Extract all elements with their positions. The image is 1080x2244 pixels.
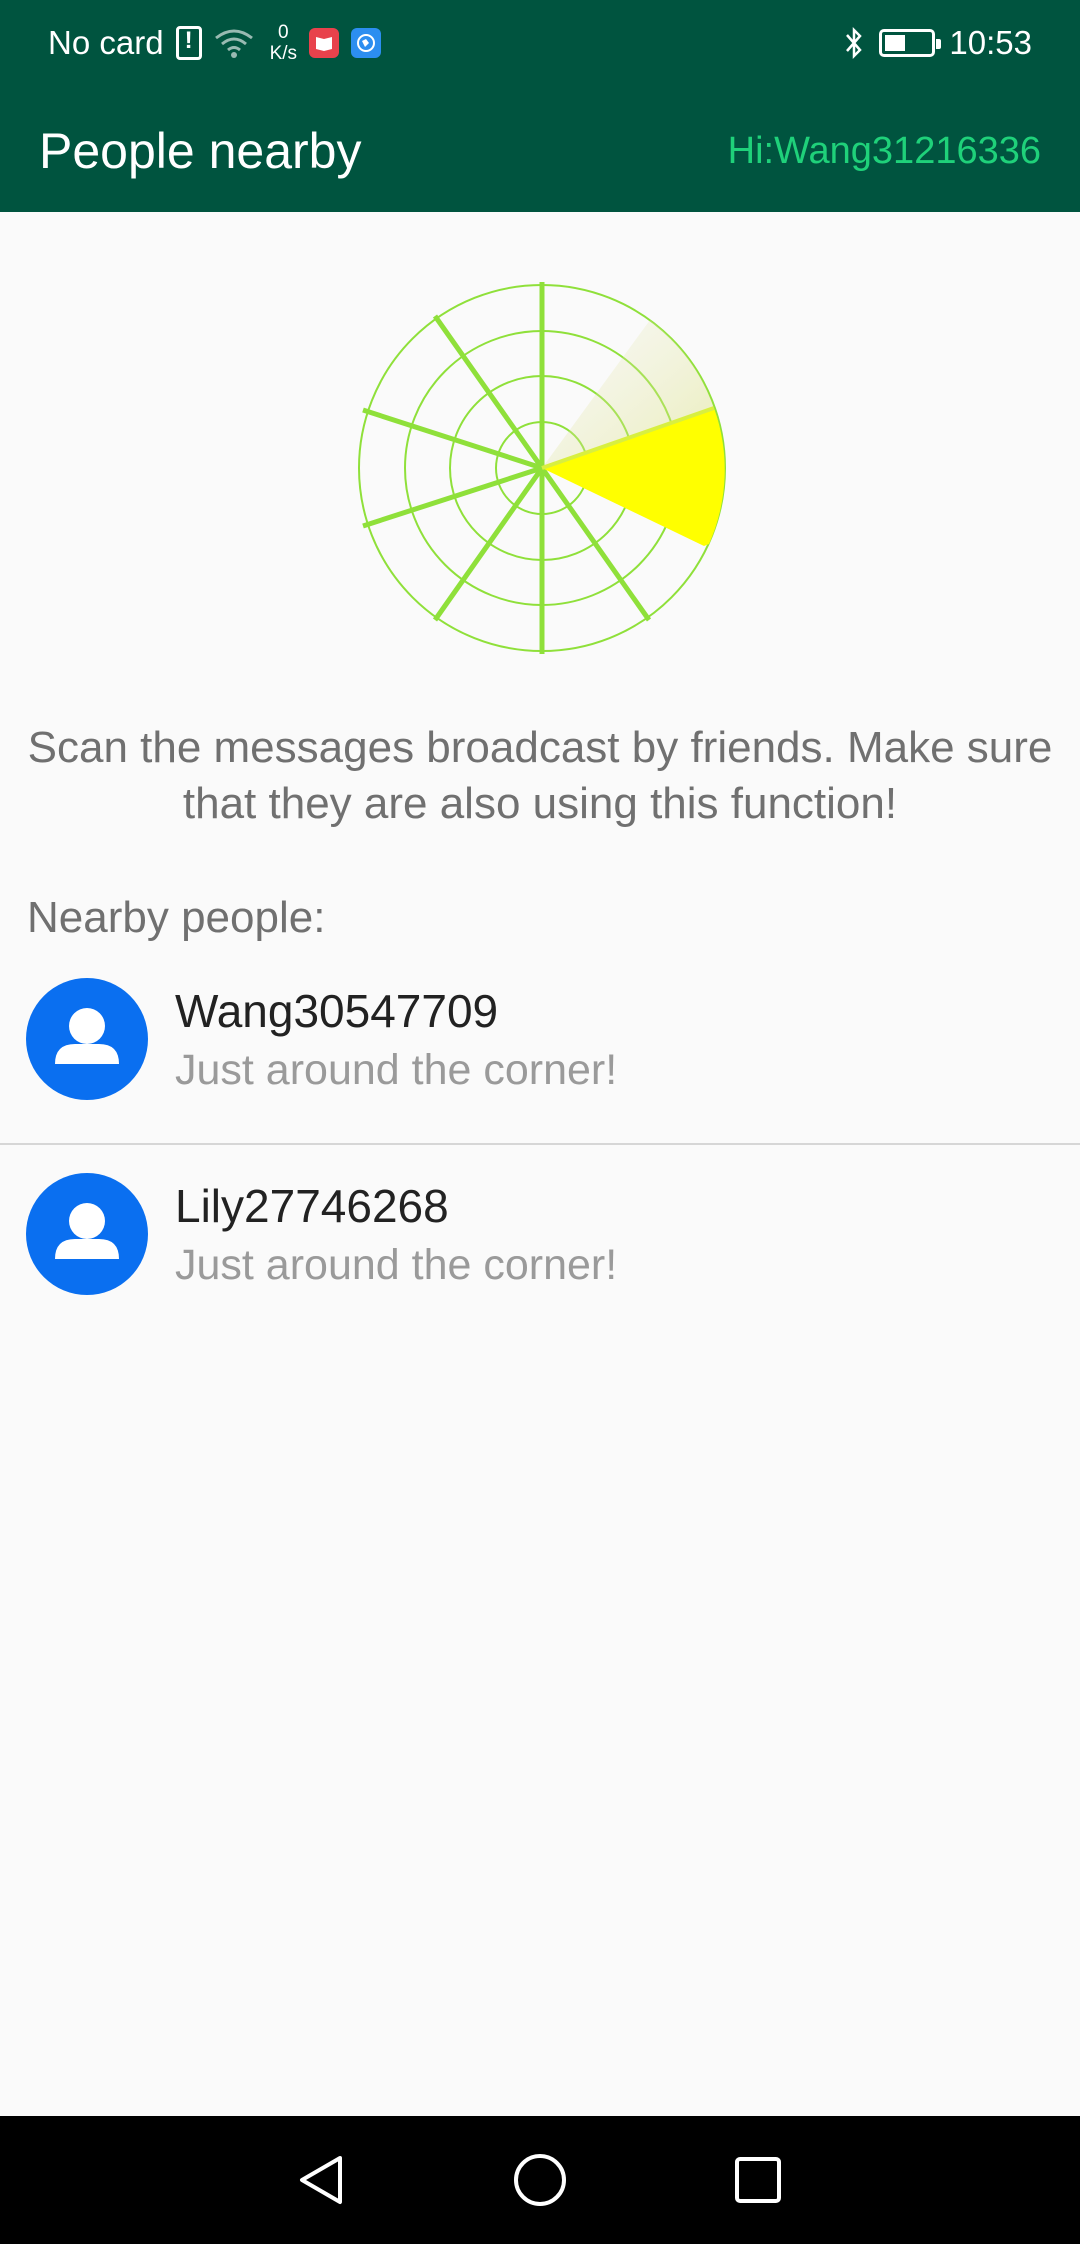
clock: 10:53 [949, 24, 1032, 61]
person-name: Lily27746268 [175, 1180, 449, 1232]
status-right: 10:53 [843, 20, 1032, 66]
battery-level [885, 35, 906, 51]
radar-scanner [358, 282, 726, 654]
list-item[interactable]: Lily27746268 Just around the corner! [0, 1143, 1080, 1322]
person-status: Just around the corner! [175, 1046, 618, 1094]
net-speed-unit: K/s [269, 43, 298, 64]
user-greeting: Hi:Wang31216336 [727, 130, 1041, 172]
recents-icon [735, 2157, 781, 2203]
book-app-icon [309, 28, 340, 58]
back-icon [300, 2156, 342, 2204]
scan-description: Scan the messages broadcast by friends. … [27, 723, 1053, 828]
recents-button[interactable] [724, 2146, 792, 2214]
person-icon [55, 1008, 119, 1064]
app-bar: People nearby Hi:Wang31216336 [0, 86, 1080, 212]
carrier-label: No card [48, 24, 164, 61]
home-button[interactable] [506, 2146, 574, 2214]
wifi-icon [214, 29, 253, 58]
net-speed: 0 K/s [270, 22, 297, 64]
person-icon [55, 1203, 119, 1259]
page-title: People nearby [39, 123, 362, 179]
status-left: No card 0 K/s [48, 20, 382, 66]
sim-alert-icon [175, 26, 202, 60]
avatar [26, 978, 148, 1100]
avatar [26, 1173, 148, 1295]
back-button[interactable] [288, 2146, 356, 2214]
person-status: Just around the corner! [175, 1241, 618, 1289]
list-item[interactable]: Wang30547709 Just around the corner! [0, 964, 1080, 1143]
person-name: Wang30547709 [175, 985, 499, 1037]
status-bar: No card 0 K/s 10:53 [0, 0, 1080, 86]
browser-app-icon [351, 28, 382, 58]
system-nav-bar [0, 2116, 1080, 2244]
net-speed-value: 0 [278, 22, 289, 43]
bluetooth-icon [846, 26, 863, 60]
nearby-people-heading: Nearby people: [27, 893, 326, 942]
battery-charging-icon [879, 29, 942, 57]
nearby-people-list: Wang30547709 Just around the corner! Lil… [0, 964, 1080, 1322]
home-icon [514, 2154, 566, 2206]
